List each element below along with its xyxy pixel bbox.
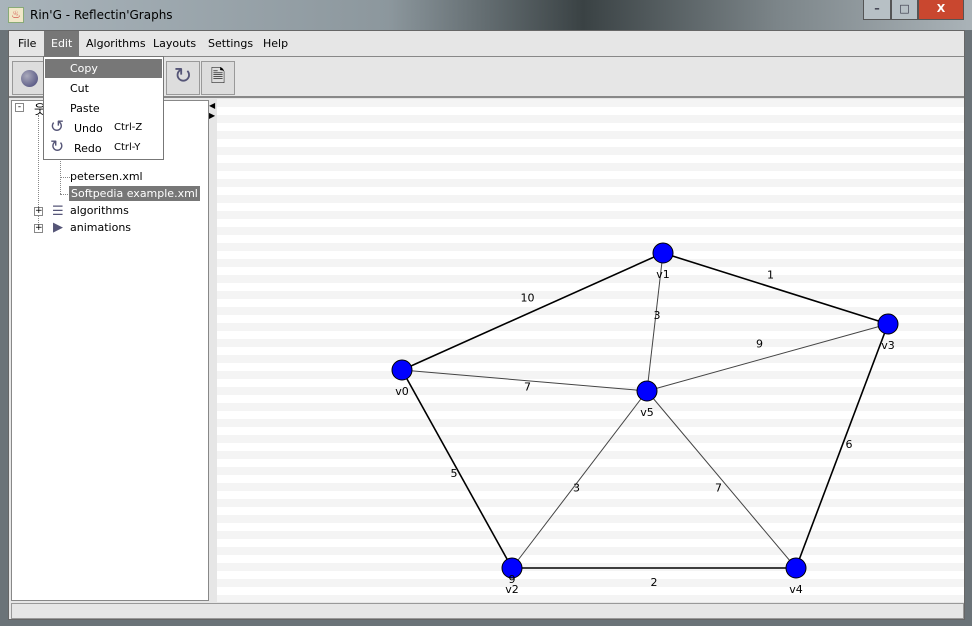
redo-icon: ↻ [50,137,65,157]
tree-file-item[interactable]: petersen.xml [70,170,143,183]
menu-item-cut[interactable]: Cut [45,79,162,98]
menu-bar: File Edit Algorithms Layouts Settings He… [9,31,964,57]
collapse-root-icon[interactable]: - [15,103,24,112]
graph-svg: 10137953 762v0v1v2v3v4v59 [391,242,899,596]
title-bar: ♨ Rin'G - Reflectin'Graphs – □ X [0,0,972,30]
tree-folder-algorithms[interactable]: algorithms [70,204,129,217]
edge-weight-label: 3 [573,482,580,495]
edge-weight-label: 10 [521,292,535,305]
edge-weight-label: 7 [715,482,722,495]
redo-button[interactable]: ↻ [166,61,200,95]
graph-node-v0[interactable] [391,359,413,381]
graph-node-v1[interactable] [652,242,674,264]
tree-folder-animations[interactable]: animations [70,221,131,234]
maximize-button[interactable]: □ [891,0,918,20]
graph-edge-v5-v2[interactable] [511,390,648,569]
graph-edge-v0-v1[interactable] [401,252,664,371]
graph-node-v4[interactable] [785,557,807,579]
tree-file-item-selected[interactable]: Softpedia example.xml [69,186,200,201]
list-icon: ☰ [52,204,64,219]
node-label: v1 [656,268,670,281]
window-title: Rin'G - Reflectin'Graphs [30,8,173,22]
status-bar [11,603,964,619]
edge-weight-label: 2 [651,576,658,589]
java-app-icon: ♨ [8,7,24,23]
expand-icon[interactable]: + [34,207,43,216]
node-label: v0 [395,385,409,398]
graph-edge-v5-v3[interactable] [646,323,889,392]
minimize-button[interactable]: – [863,0,891,20]
menu-file[interactable]: File [18,37,36,50]
edge-weight-label: 5 [451,467,458,480]
node-label: v5 [640,406,654,419]
node-label: v3 [881,339,895,352]
graph-canvas[interactable]: 10 1 3 7 9 5 3 7 6 2 v0 v1 v2 v3 v4 v5 9 [217,99,964,602]
menu-edit[interactable]: Edit [44,31,80,57]
select-tool-button[interactable]: 🗎 [201,61,235,95]
menu-layouts[interactable]: Layouts [153,37,196,50]
graph-node-v3[interactable] [877,313,899,335]
edge-weight-label: 3 [654,309,661,322]
edge-weight-label: 6 [846,438,853,451]
node-label: v4 [789,583,803,596]
close-button[interactable]: X [918,0,964,20]
redo-icon: ↻ [173,64,193,89]
menu-item-redo[interactable]: ↻ Redo Ctrl-Y [45,137,162,158]
menu-item-undo[interactable]: ↺ Undo Ctrl-Z [45,117,162,138]
graph-edge-v3-v4[interactable] [795,323,889,569]
menu-algorithms[interactable]: Algorithms [86,37,146,50]
file-tree: - 웃 petersen.xml Softpedia example.xml +… [11,100,209,601]
menu-item-copy[interactable]: Copy [45,59,162,78]
page-cursor-icon: 🗎 [210,66,226,87]
sphere-icon [21,70,38,87]
graph-node-v5[interactable] [636,380,658,402]
expand-icon[interactable]: + [34,224,43,233]
edge-weight-label: 7 [524,381,531,394]
overlapping-edge-label: 9 [509,573,516,586]
undo-icon: ↺ [50,117,65,137]
menu-help[interactable]: Help [263,37,288,50]
node-tool-button[interactable] [12,61,46,95]
menu-item-paste[interactable]: Paste [45,99,162,118]
splitter-handle[interactable]: ◀ ▶ [209,101,216,121]
menu-settings[interactable]: Settings [208,37,253,50]
graph-edge-v5-v4[interactable] [646,390,797,569]
edge-weight-label: 9 [756,338,763,351]
edge-weight-label: 1 [767,269,774,282]
graph-edge-v1-v3[interactable] [662,252,889,325]
play-icon: ▶ [53,220,63,235]
edit-menu-dropdown: Copy Cut Paste ↺ Undo Ctrl-Z ↻ Redo Ctrl-Y [43,56,164,160]
